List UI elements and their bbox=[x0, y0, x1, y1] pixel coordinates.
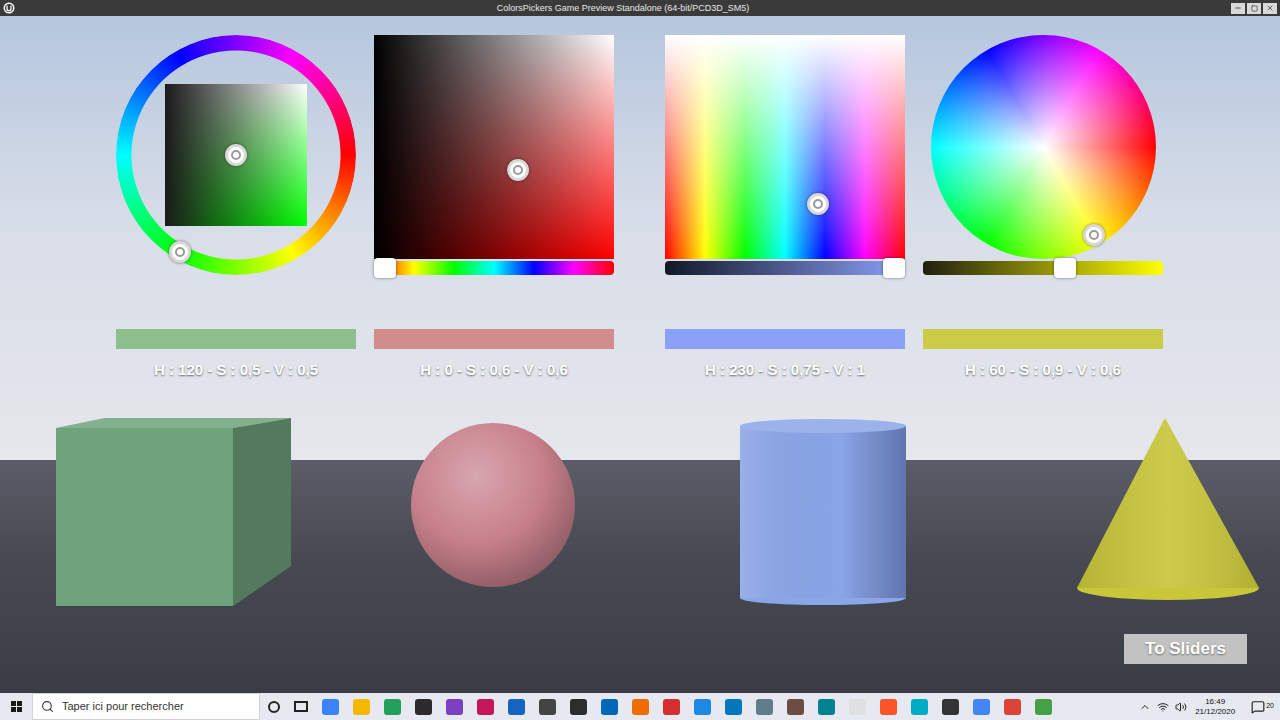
picker-handle[interactable] bbox=[507, 159, 529, 181]
close-button[interactable] bbox=[1263, 3, 1277, 14]
sphere bbox=[411, 423, 575, 587]
color-swatch bbox=[923, 329, 1163, 349]
app-icon[interactable] bbox=[849, 699, 866, 715]
pickers-row: H : 120 - S : 0,5 - V : 0,5 H : 0 - S : 0… bbox=[0, 16, 1280, 380]
cylinder bbox=[740, 418, 906, 606]
picker-column: H : 120 - S : 0,5 - V : 0,5 bbox=[116, 35, 356, 380]
windows-start-icon[interactable] bbox=[0, 693, 32, 720]
slider-handle[interactable] bbox=[1054, 258, 1076, 278]
app-icon[interactable] bbox=[911, 699, 928, 715]
notification-count: 20 bbox=[1266, 701, 1274, 712]
search-box[interactable]: Taper ici pour rechercher bbox=[32, 693, 260, 720]
clock[interactable]: 16:4921/12/2020 bbox=[1193, 697, 1237, 717]
minimize-button[interactable] bbox=[1231, 3, 1245, 14]
hsv-label: H : 60 - S : 0,9 - V : 0,6 bbox=[923, 360, 1163, 380]
tray-expand-icon[interactable] bbox=[1139, 701, 1151, 713]
app-icon[interactable] bbox=[446, 699, 463, 715]
app: ColorsPickers Game Preview Standalone (6… bbox=[0, 0, 1280, 720]
search-icon bbox=[41, 700, 54, 713]
cube bbox=[56, 418, 292, 608]
game-viewport: H : 120 - S : 0,5 - V : 0,5 H : 0 - S : 0… bbox=[0, 16, 1280, 693]
cone bbox=[1077, 418, 1259, 602]
hs-square[interactable] bbox=[665, 35, 905, 259]
objects-row bbox=[0, 418, 1280, 608]
network-icon[interactable] bbox=[1157, 701, 1169, 713]
app-icon[interactable] bbox=[1004, 699, 1021, 715]
hue-bar[interactable] bbox=[374, 261, 614, 275]
app-icon[interactable] bbox=[818, 699, 835, 715]
app-icon[interactable] bbox=[601, 699, 618, 715]
app-icon[interactable] bbox=[787, 699, 804, 715]
app-icon[interactable] bbox=[477, 699, 494, 715]
app-icon[interactable] bbox=[694, 699, 711, 715]
maximize-icon bbox=[1251, 5, 1258, 12]
picker-handle[interactable] bbox=[1083, 224, 1105, 246]
picker-handle[interactable] bbox=[169, 241, 191, 263]
notification-icon bbox=[1251, 700, 1265, 714]
picker-column: H : 0 - S : 0,6 - V : 0,6 bbox=[374, 35, 614, 380]
app-icon[interactable] bbox=[725, 699, 742, 715]
app-icon[interactable] bbox=[1035, 699, 1052, 715]
app-icon[interactable] bbox=[353, 699, 370, 715]
app-icon[interactable] bbox=[632, 699, 649, 715]
to-sliders-button[interactable]: To Sliders bbox=[1124, 634, 1247, 664]
app-icon[interactable] bbox=[880, 699, 897, 715]
value-bar[interactable] bbox=[923, 261, 1163, 275]
picker-handle[interactable] bbox=[225, 144, 247, 166]
picker-column: H : 60 - S : 0,9 - V : 0,6 bbox=[923, 35, 1163, 380]
ring-picker[interactable] bbox=[116, 35, 356, 275]
slider-handle[interactable] bbox=[883, 258, 905, 278]
title-bar: ColorsPickers Game Preview Standalone (6… bbox=[0, 0, 1280, 16]
hsv-label: H : 120 - S : 0,5 - V : 0,5 bbox=[116, 360, 356, 380]
sv-square[interactable] bbox=[374, 35, 614, 259]
task-view-icon[interactable] bbox=[294, 701, 308, 712]
color-swatch bbox=[665, 329, 905, 349]
app-icon[interactable] bbox=[756, 699, 773, 715]
close-icon bbox=[1266, 4, 1274, 12]
app-icon[interactable] bbox=[663, 699, 680, 715]
app-icon[interactable] bbox=[570, 699, 587, 715]
app-icon[interactable] bbox=[539, 699, 556, 715]
picker-handle[interactable] bbox=[807, 193, 829, 215]
app-icon[interactable] bbox=[508, 699, 525, 715]
unreal-logo-icon bbox=[3, 2, 15, 14]
window-title: ColorsPickers Game Preview Standalone (6… bbox=[15, 0, 1231, 16]
volume-icon[interactable] bbox=[1175, 701, 1187, 713]
maximize-button[interactable] bbox=[1247, 3, 1261, 14]
color-wheel[interactable] bbox=[931, 35, 1156, 259]
app-icon[interactable] bbox=[942, 699, 959, 715]
color-swatch bbox=[116, 329, 356, 349]
picker-column: H : 230 - S : 0,75 - V : 1 bbox=[665, 35, 905, 380]
app-icon[interactable] bbox=[322, 699, 339, 715]
hsv-label: H : 0 - S : 0,6 - V : 0,6 bbox=[374, 360, 614, 380]
minimize-icon bbox=[1234, 4, 1242, 12]
app-icon[interactable] bbox=[973, 699, 990, 715]
hsv-label: H : 230 - S : 0,75 - V : 1 bbox=[665, 360, 905, 380]
color-swatch bbox=[374, 329, 614, 349]
value-bar[interactable] bbox=[665, 261, 905, 275]
app-icon[interactable] bbox=[415, 699, 432, 715]
taskbar: Taper ici pour rechercher 16:4921/12/2020… bbox=[0, 693, 1280, 720]
slider-handle[interactable] bbox=[374, 258, 396, 278]
notification-center[interactable]: 20 bbox=[1251, 700, 1274, 714]
app-icon[interactable] bbox=[384, 699, 401, 715]
cortana-icon[interactable] bbox=[268, 701, 280, 713]
